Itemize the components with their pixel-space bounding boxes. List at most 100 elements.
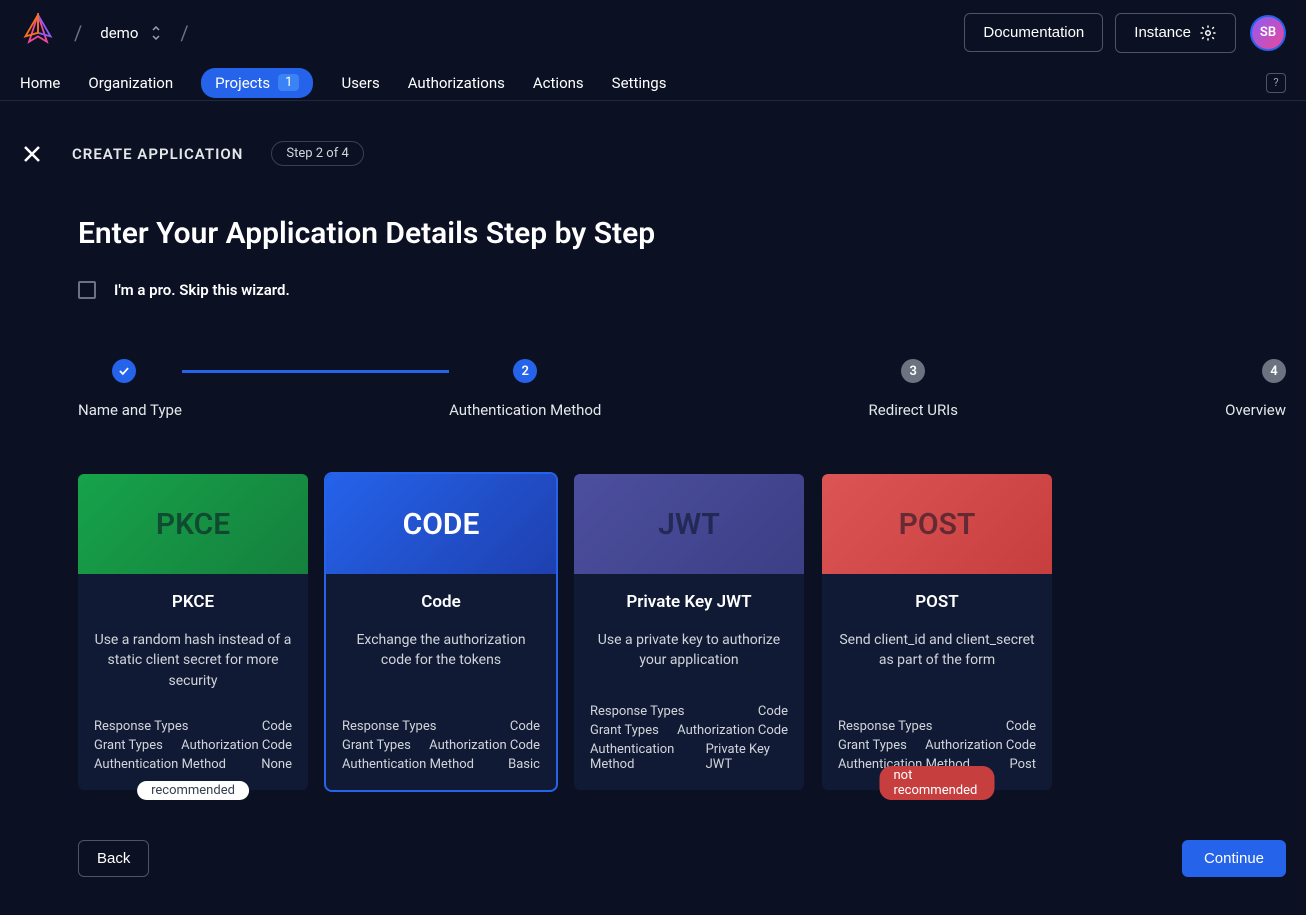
nav-settings[interactable]: Settings: [612, 74, 667, 92]
skip-wizard-row: I'm a pro. Skip this wizard.: [78, 281, 1286, 299]
card-title: Code: [342, 592, 540, 612]
attr-label: Response Types: [94, 719, 188, 734]
top-bar: / demo / Documentation Instance SB: [0, 0, 1306, 65]
attr-label: Authentication Method: [342, 757, 474, 772]
card-attrs: Response Types Code Grant Types Authorizat…: [94, 707, 292, 774]
nav-actions[interactable]: Actions: [533, 74, 584, 92]
attr-value: Code: [262, 719, 292, 734]
step-2-label: Authentication Method: [449, 401, 601, 419]
card-desc: Use a random hash instead of a static cl…: [94, 630, 292, 692]
page-title: Enter Your Application Details Step by S…: [78, 216, 1286, 251]
instance-label: Instance: [1134, 24, 1191, 41]
not-recommended-tag: not recommended: [880, 766, 995, 800]
nav-authorizations[interactable]: Authorizations: [408, 74, 505, 92]
card-title: POST: [838, 592, 1036, 612]
attr-label: Grant Types: [590, 723, 659, 738]
attr-value: Basic: [508, 757, 540, 772]
card-desc: Send client_id and client_secret as part…: [838, 630, 1036, 692]
card-post-head: POST: [822, 474, 1052, 574]
close-icon[interactable]: [20, 142, 44, 166]
nav-organization[interactable]: Organization: [88, 74, 173, 92]
avatar-initials: SB: [1260, 25, 1276, 40]
step-auth-method[interactable]: 2 Authentication Method: [449, 359, 601, 419]
step-line: [601, 370, 868, 373]
card-title: Private Key JWT: [590, 592, 788, 612]
step-line: [958, 370, 1225, 373]
card-pkce[interactable]: PKCE PKCE Use a random hash instead of a…: [78, 474, 308, 790]
card-code[interactable]: CODE Code Exchange the authorization cod…: [326, 474, 556, 790]
nav-home[interactable]: Home: [20, 74, 60, 92]
step-line: [182, 370, 449, 373]
attr-label: Grant Types: [838, 738, 907, 753]
attr-value: Code: [1006, 719, 1036, 734]
gear-icon: [1199, 24, 1217, 42]
attr-label: Response Types: [342, 719, 436, 734]
attr-label: Authentication Method: [94, 757, 226, 772]
step-3-label: Redirect URIs: [869, 401, 958, 419]
card-attrs: Response Types Code Grant Types Authorizat…: [838, 707, 1036, 774]
documentation-label: Documentation: [983, 24, 1084, 41]
page-head: CREATE APPLICATION Step 2 of 4: [20, 141, 1286, 166]
logo[interactable]: [20, 13, 56, 53]
auth-method-cards: PKCE PKCE Use a random hash instead of a…: [78, 474, 1286, 790]
content: Enter Your Application Details Step by S…: [78, 216, 1286, 877]
attr-label: Grant Types: [342, 738, 411, 753]
card-jwt[interactable]: JWT Private Key JWT Use a private key to…: [574, 474, 804, 790]
chevrons-icon: [150, 25, 162, 41]
card-body: Code Exchange the authorization code for…: [326, 574, 556, 790]
attr-value: Authorization Code: [429, 738, 540, 753]
card-code-head: CODE: [326, 474, 556, 574]
attr-value: Code: [758, 704, 788, 719]
nav-users[interactable]: Users: [341, 74, 379, 92]
attr-label: Response Types: [590, 704, 684, 719]
attr-value: None: [261, 757, 292, 772]
nav-projects-badge: 1: [278, 74, 299, 91]
attr-value: Private Key JWT: [706, 742, 788, 772]
recommended-tag: recommended: [137, 781, 249, 800]
attr-label: Response Types: [838, 719, 932, 734]
continue-button[interactable]: Continue: [1182, 840, 1286, 877]
attr-value: Authorization Code: [925, 738, 1036, 753]
step-1-label: Name and Type: [78, 401, 182, 419]
card-body: Private Key JWT Use a private key to aut…: [574, 574, 804, 790]
documentation-button[interactable]: Documentation: [964, 13, 1103, 52]
card-attrs: Response Types Code Grant Types Authorizat…: [342, 707, 540, 774]
stepper: Name and Type 2 Authentication Method 3 …: [78, 359, 1286, 419]
skip-wizard-label: I'm a pro. Skip this wizard.: [114, 281, 290, 299]
card-desc: Use a private key to authorize your appl…: [590, 630, 788, 692]
step-indicator: Step 2 of 4: [271, 141, 363, 166]
card-attrs: Response TypesCode Grant TypesAuthorizat…: [590, 692, 788, 774]
skip-wizard-checkbox[interactable]: [78, 281, 96, 299]
card-desc: Exchange the authorization code for the …: [342, 630, 540, 692]
step-redirect-uris[interactable]: 3 Redirect URIs: [869, 359, 958, 419]
back-button[interactable]: Back: [78, 840, 149, 877]
main-nav: Home Organization Projects 1 Users Autho…: [0, 65, 1306, 101]
avatar[interactable]: SB: [1250, 15, 1286, 51]
project-select[interactable]: demo: [100, 24, 162, 42]
step-4-label: Overview: [1225, 401, 1286, 419]
card-post[interactable]: POST POST Send client_id and client_secr…: [822, 474, 1052, 790]
nav-projects[interactable]: Projects 1: [201, 68, 313, 98]
help-button[interactable]: ?: [1266, 73, 1286, 93]
wizard-footer: Back Continue: [78, 840, 1286, 877]
nav-projects-label: Projects: [215, 74, 270, 92]
step-name-and-type[interactable]: Name and Type: [78, 359, 182, 419]
card-body: PKCE Use a random hash instead of a stat…: [78, 574, 308, 790]
card-body: POST Send client_id and client_secret as…: [822, 574, 1052, 790]
attr-label: Authentication Method: [590, 742, 706, 772]
step-4-circle: 4: [1262, 359, 1286, 383]
card-pkce-head: PKCE: [78, 474, 308, 574]
attr-label: Grant Types: [94, 738, 163, 753]
step-2-circle: 2: [513, 359, 537, 383]
attr-value: Post: [1010, 757, 1037, 772]
card-jwt-head: JWT: [574, 474, 804, 574]
instance-button[interactable]: Instance: [1115, 13, 1236, 53]
step-overview[interactable]: 4 Overview: [1225, 359, 1286, 419]
step-1-circle: [112, 359, 136, 383]
attr-value: Code: [510, 719, 540, 734]
check-icon: [117, 364, 131, 378]
card-title: PKCE: [94, 592, 292, 612]
project-select-label: demo: [100, 24, 138, 42]
attr-value: Authorization Code: [181, 738, 292, 753]
step-3-circle: 3: [901, 359, 925, 383]
